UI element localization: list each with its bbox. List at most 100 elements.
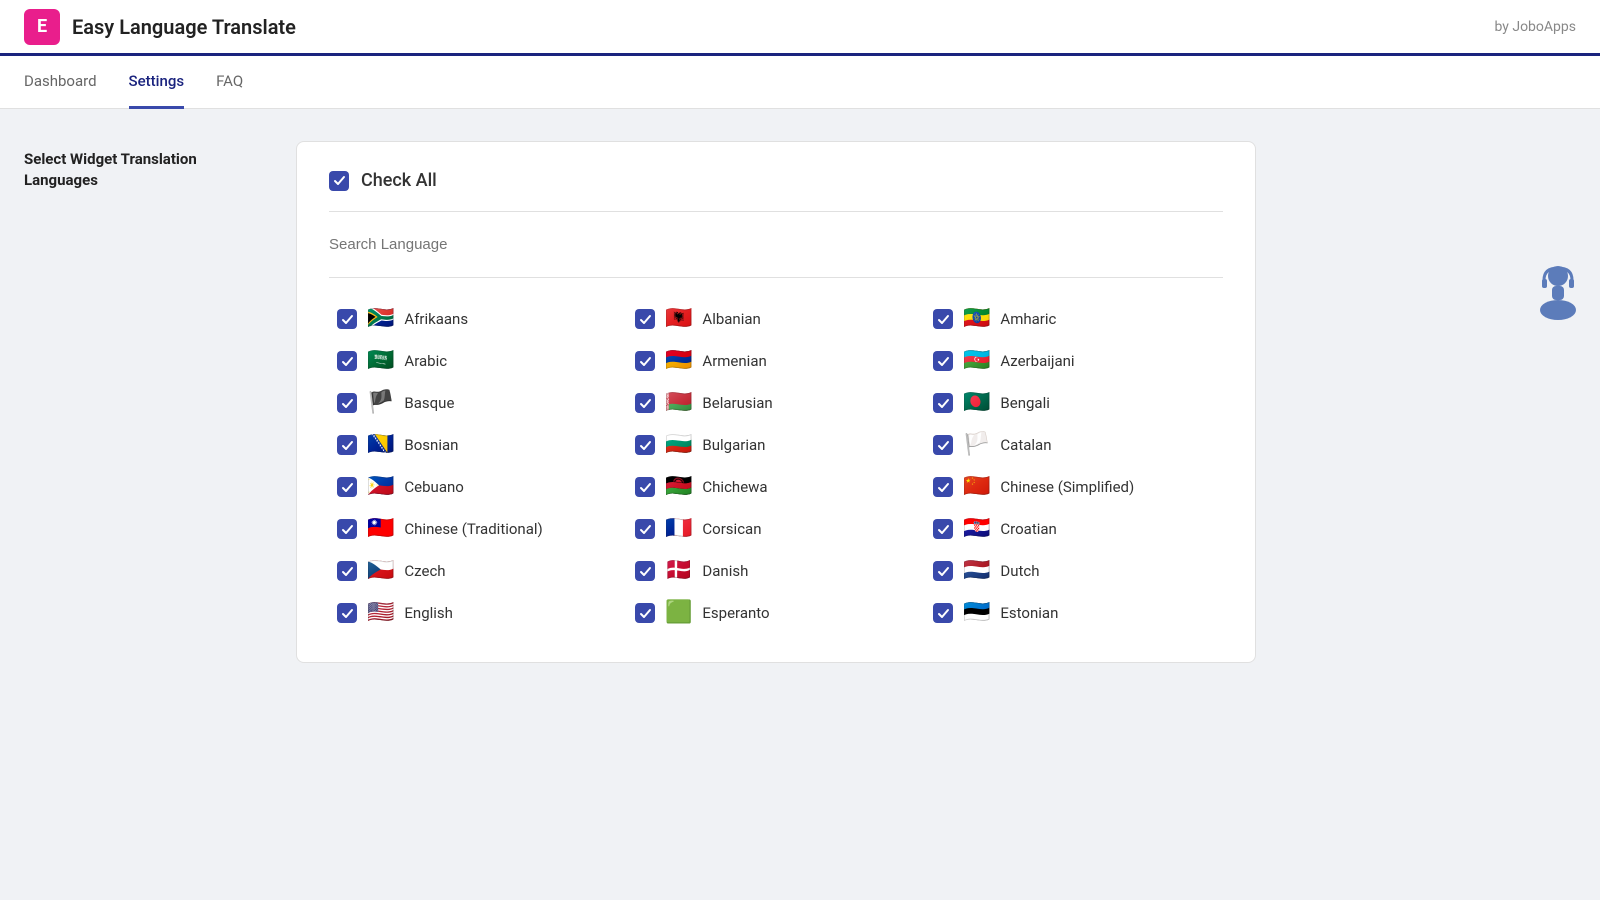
lang-name: Albanian [702,310,760,328]
lang-flag: 🇦🇿 [963,350,990,372]
lang-item[interactable]: 🇿🇦 Afrikaans [329,298,627,340]
lang-item[interactable]: 🇧🇩 Bengali [925,382,1223,424]
lang-checkbox-8[interactable] [933,393,953,413]
nav-dashboard[interactable]: Dashboard [24,56,97,109]
lang-name: Bulgarian [702,436,765,454]
lang-flag: 🇵🇭 [367,476,394,498]
lang-name: Corsican [702,520,761,538]
lang-checkbox-15[interactable] [337,519,357,539]
lang-name: Croatian [1000,520,1056,538]
lang-checkbox-20[interactable] [933,561,953,581]
lang-name: Catalan [1000,436,1051,454]
lang-checkbox-19[interactable] [635,561,655,581]
languages-grid: 🇿🇦 Afrikaans 🇦🇱 Albanian 🇪🇹 Amharic [329,298,1223,634]
lang-flag: 🏴 [367,392,394,414]
lang-item[interactable]: 🇺🇸 English [329,592,627,634]
app-logo: E [24,9,60,45]
lang-item[interactable]: 🇦🇲 Armenian [627,340,925,382]
lang-checkbox-13[interactable] [635,477,655,497]
lang-checkbox-10[interactable] [635,435,655,455]
lang-flag: 🇨🇳 [963,476,990,498]
lang-checkbox-11[interactable] [933,435,953,455]
search-input[interactable] [329,232,1223,257]
lang-flag: 🇹🇼 [367,518,394,540]
lang-name: Basque [404,394,454,412]
lang-checkbox-1[interactable] [635,309,655,329]
lang-flag: 🇧🇾 [665,392,692,414]
lang-name: Estonian [1000,604,1058,622]
lang-flag: 🏳️ [963,434,990,456]
lang-name: English [404,604,453,622]
lang-checkbox-2[interactable] [933,309,953,329]
lang-item[interactable]: 🇳🇱 Dutch [925,550,1223,592]
lang-name: Cebuano [404,478,463,496]
lang-checkbox-9[interactable] [337,435,357,455]
lang-checkbox-12[interactable] [337,477,357,497]
main-content: Select Widget Translation Languages Chec… [0,109,1400,695]
lang-item[interactable]: 🇩🇰 Danish [627,550,925,592]
lang-flag: 🇲🇼 [665,476,692,498]
lang-item[interactable]: 🇧🇾 Belarusian [627,382,925,424]
lang-flag: 🇫🇷 [665,518,692,540]
lang-item[interactable]: 🇦🇿 Azerbaijani [925,340,1223,382]
lang-checkbox-5[interactable] [933,351,953,371]
lang-checkbox-0[interactable] [337,309,357,329]
nav-faq[interactable]: FAQ [216,56,243,109]
lang-name: Azerbaijani [1000,352,1074,370]
lang-item[interactable]: 🏴 Basque [329,382,627,424]
support-icon[interactable] [1532,260,1584,320]
lang-name: Chinese (Simplified) [1000,478,1134,496]
lang-flag: 🇦🇲 [665,350,692,372]
lang-flag: 🇪🇹 [963,308,990,330]
lang-name: Amharic [1000,310,1056,328]
app-header: E Easy Language Translate by JoboApps [0,0,1600,56]
lang-flag: 🟩 [665,602,692,624]
lang-checkbox-3[interactable] [337,351,357,371]
lang-checkbox-21[interactable] [337,603,357,623]
lang-item[interactable]: 🇨🇳 Chinese (Simplified) [925,466,1223,508]
lang-checkbox-14[interactable] [933,477,953,497]
lang-checkbox-16[interactable] [635,519,655,539]
nav-settings[interactable]: Settings [129,56,185,109]
lang-item[interactable]: 🇵🇭 Cebuano [329,466,627,508]
lang-checkbox-18[interactable] [337,561,357,581]
lang-name: Chichewa [702,478,767,496]
lang-item[interactable]: 🇧🇦 Bosnian [329,424,627,466]
lang-name: Bengali [1000,394,1049,412]
lang-checkbox-6[interactable] [337,393,357,413]
lang-checkbox-23[interactable] [933,603,953,623]
lang-flag: 🇧🇬 [665,434,692,456]
lang-name: Armenian [702,352,766,370]
lang-checkbox-4[interactable] [635,351,655,371]
lang-item[interactable]: 🇭🇷 Croatian [925,508,1223,550]
lang-item[interactable]: 🏳️ Catalan [925,424,1223,466]
check-all-checkbox[interactable] [329,171,349,191]
header-left: E Easy Language Translate [24,9,296,45]
lang-name: Afrikaans [404,310,468,328]
lang-item[interactable]: 🇪🇪 Estonian [925,592,1223,634]
lang-flag: 🇧🇩 [963,392,990,414]
lang-checkbox-22[interactable] [635,603,655,623]
languages-card: Check All 🇿🇦 Afrikaans 🇦🇱 Al [296,141,1256,663]
lang-name: Danish [702,562,748,580]
lang-flag: 🇧🇦 [367,434,394,456]
lang-flag: 🇪🇪 [963,602,990,624]
lang-name: Esperanto [702,604,769,622]
lang-checkbox-17[interactable] [933,519,953,539]
lang-item[interactable]: 🇲🇼 Chichewa [627,466,925,508]
lang-item[interactable]: 🇫🇷 Corsican [627,508,925,550]
lang-item[interactable]: 🇸🇦 Arabic [329,340,627,382]
lang-item[interactable]: 🟩 Esperanto [627,592,925,634]
lang-item[interactable]: 🇧🇬 Bulgarian [627,424,925,466]
lang-item[interactable]: 🇹🇼 Chinese (Traditional) [329,508,627,550]
lang-item[interactable]: 🇨🇿 Czech [329,550,627,592]
lang-name: Bosnian [404,436,458,454]
lang-flag: 🇺🇸 [367,602,394,624]
lang-checkbox-7[interactable] [635,393,655,413]
lang-flag: 🇭🇷 [963,518,990,540]
languages-section: 🇿🇦 Afrikaans 🇦🇱 Albanian 🇪🇹 Amharic [329,278,1223,634]
lang-item[interactable]: 🇦🇱 Albanian [627,298,925,340]
check-all-row: Check All [329,170,1223,212]
lang-item[interactable]: 🇪🇹 Amharic [925,298,1223,340]
lang-flag: 🇿🇦 [367,308,394,330]
